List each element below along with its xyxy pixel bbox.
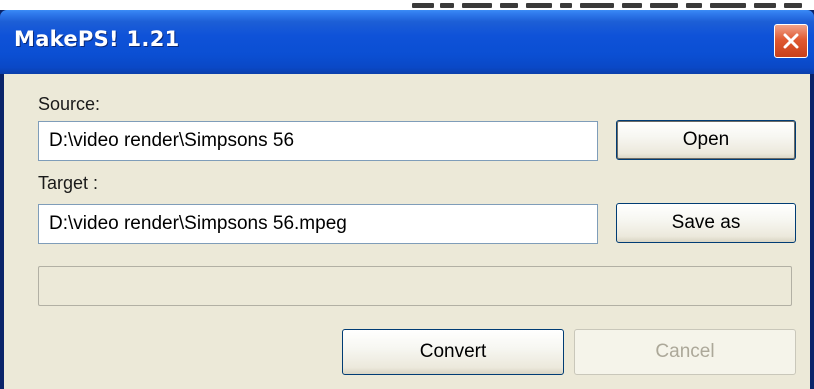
close-button[interactable] bbox=[774, 24, 808, 58]
close-icon bbox=[783, 33, 799, 49]
target-label: Target : bbox=[38, 173, 99, 193]
conversion-progress-bar bbox=[38, 266, 792, 306]
dialog-body: Source: Open Target : Save as Convert Ca… bbox=[4, 74, 810, 389]
source-label: Source: bbox=[38, 94, 101, 114]
cancel-button[interactable]: Cancel bbox=[574, 329, 796, 375]
window-title: MakePS! 1.21 bbox=[14, 27, 180, 51]
title-bar[interactable]: MakePS! 1.21 bbox=[0, 10, 814, 74]
makeps-dialog: MakePS! 1.21 Source: Open Target : Save … bbox=[0, 10, 814, 389]
source-path-input[interactable] bbox=[38, 121, 598, 161]
convert-button[interactable]: Convert bbox=[342, 329, 564, 375]
open-button[interactable]: Open bbox=[616, 120, 796, 160]
save-as-button[interactable]: Save as bbox=[616, 203, 796, 243]
target-path-input[interactable] bbox=[38, 204, 598, 244]
